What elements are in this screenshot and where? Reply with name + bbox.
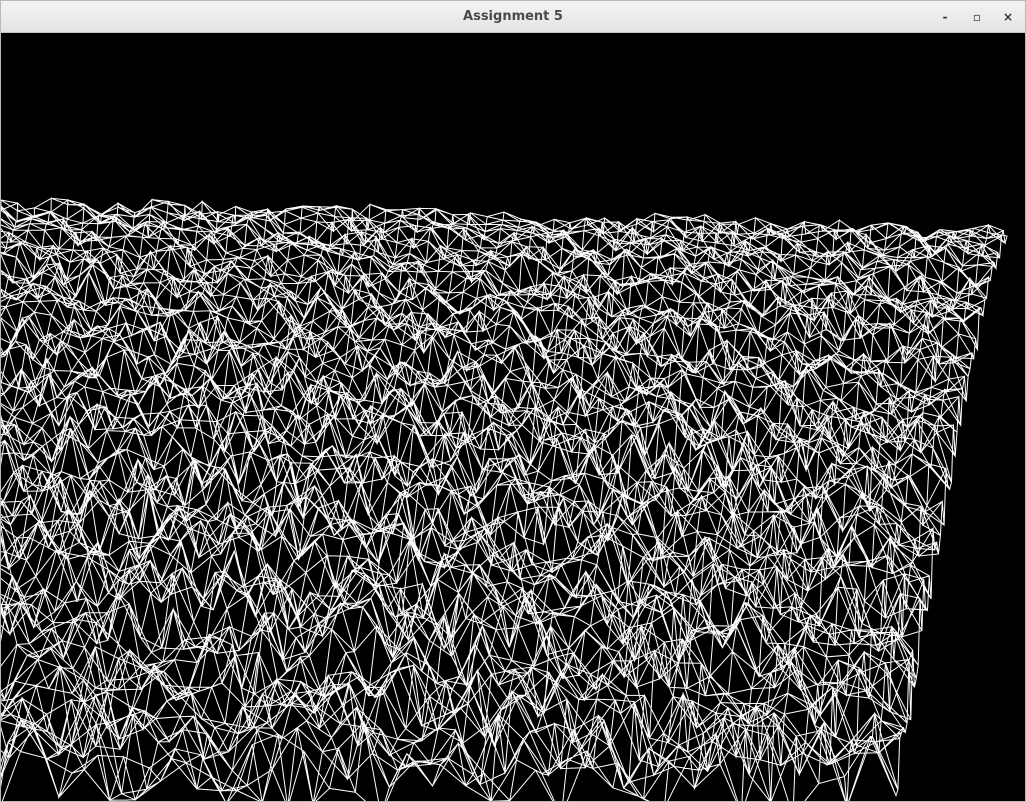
close-button[interactable]: × xyxy=(998,7,1018,27)
render-viewport[interactable] xyxy=(1,33,1025,801)
wireframe-terrain xyxy=(1,197,1008,801)
title-bar[interactable]: Assignment 5 - ▫ × xyxy=(1,1,1025,33)
app-window: Assignment 5 - ▫ × xyxy=(0,0,1026,802)
maximize-button[interactable]: ▫ xyxy=(967,7,987,27)
minimize-button[interactable]: - xyxy=(935,7,955,27)
terrain-mesh xyxy=(1,197,1008,801)
window-title: Assignment 5 xyxy=(463,9,563,24)
